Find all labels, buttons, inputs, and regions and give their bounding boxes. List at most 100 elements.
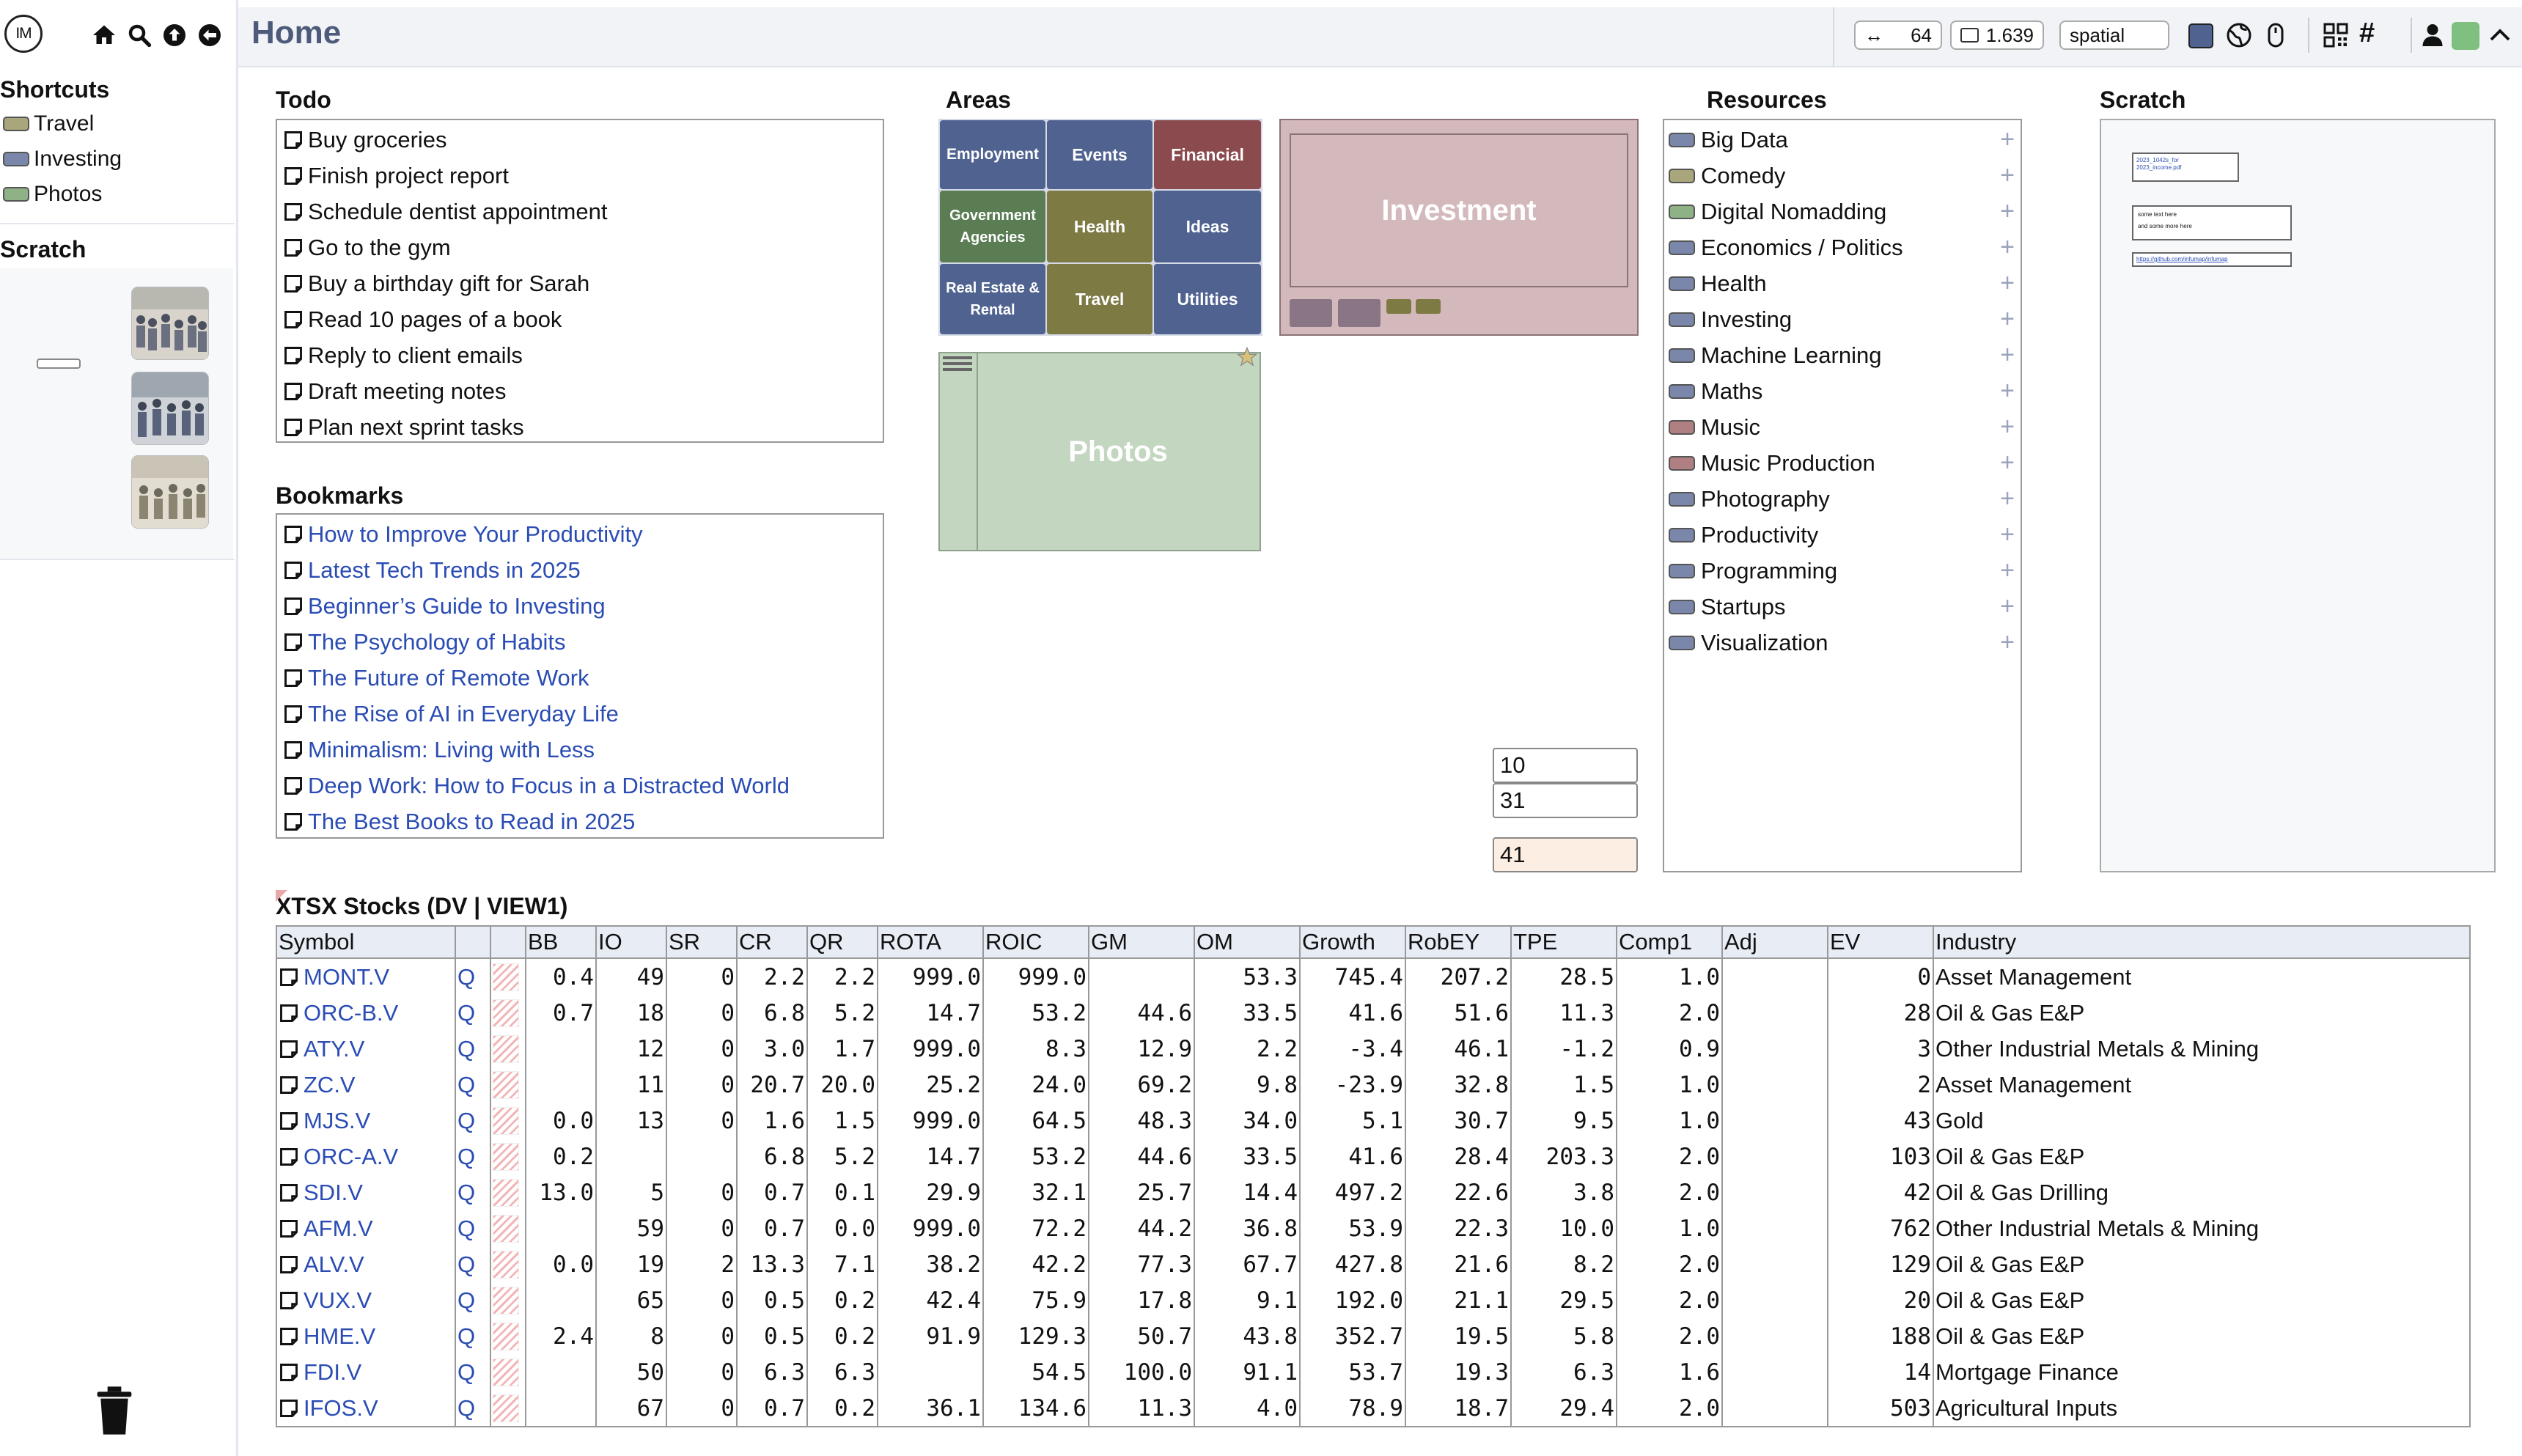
chart-cell[interactable] [490,1174,526,1210]
table-row[interactable]: IFOS.V Q 67 0 0.7 0.2 36.1 134.6 11.3 4.0 78.9 18.7… [276,1390,2471,1427]
quote-link[interactable]: Q [457,964,475,990]
symbol-link[interactable]: MJS.V [304,1108,370,1134]
quote-cell[interactable]: Q [455,1390,491,1427]
scratch-link[interactable]: https://github.com/infumap/infumap [2132,252,2292,267]
bookmark-link[interactable]: Minimalism: Living with Less [283,732,595,768]
plus-icon[interactable]: + [2000,197,2015,226]
quote-cell[interactable]: Q [455,1354,491,1390]
symbol-cell[interactable]: ATY.V [276,1031,456,1067]
column-header[interactable]: TPE [1510,925,1617,959]
symbol-cell[interactable]: AFM.V [276,1210,456,1246]
column-header[interactable]: OM [1194,925,1301,959]
area-government-agencies[interactable]: Government Agencies [940,191,1045,262]
table-row[interactable]: ALV.V Q 0.0 19 2 13.3 7.1 38.2 42.2 77.3 67.7 427.8… [276,1246,2471,1282]
column-header[interactable]: RobEY [1405,925,1512,959]
plus-icon[interactable]: + [2000,377,2015,405]
plus-icon[interactable]: + [2000,233,2015,262]
plus-icon[interactable]: + [2000,449,2015,477]
symbol-link[interactable]: ZC.V [304,1072,356,1098]
quote-link[interactable]: Q [457,1036,475,1062]
todo-item[interactable]: Buy a birthday gift for Sarah [283,265,589,301]
quote-link[interactable]: Q [457,1287,475,1313]
table-row[interactable]: ORC-B.V Q 0.7 18 0 6.8 5.2 14.7 53.2 44.6 33.5 41.6… [276,995,2471,1031]
scratch-mini-box[interactable] [37,359,81,369]
symbol-cell[interactable]: FDI.V [276,1354,456,1390]
symbol-link[interactable]: ALV.V [304,1251,364,1278]
column-header[interactable]: Industry [1933,925,2471,959]
resource-item[interactable]: Investing + [1669,301,2019,337]
app-logo[interactable]: IM [4,15,43,53]
width-control[interactable]: ↔ 64 [1854,21,1942,50]
quote-link[interactable]: Q [457,1216,475,1241]
quote-link[interactable]: Q [457,1000,475,1026]
symbol-cell[interactable]: ORC-A.V [276,1139,456,1174]
investment-child-block[interactable] [1386,299,1411,314]
symbol-link[interactable]: VUX.V [304,1287,372,1314]
quote-cell[interactable]: Q [455,1174,491,1210]
symbol-link[interactable]: HME.V [304,1323,375,1350]
resource-item[interactable]: Comedy + [1669,158,2019,194]
home-icon[interactable] [91,22,117,48]
symbol-cell[interactable]: ZC.V [276,1067,456,1103]
sparkline-placeholder[interactable] [493,1106,519,1135]
column-header[interactable]: ROTA [877,925,984,959]
bookmark-link[interactable]: How to Improve Your Productivity [283,516,643,552]
todo-item[interactable]: Schedule dentist appointment [283,194,607,229]
symbol-cell[interactable]: MONT.V [276,958,456,995]
plus-icon[interactable]: + [2000,485,2015,513]
table-row[interactable]: ZC.V Q 11 0 20.7 20.0 25.2 24.0 69.2 9.8 -23.9 32.8… [276,1067,2471,1103]
investment-page[interactable]: Investment [1290,133,1628,287]
resource-item[interactable]: Productivity + [1669,517,2019,553]
quote-cell[interactable]: Q [455,1139,491,1174]
column-header[interactable]: ROIC [982,925,1089,959]
sparkline-placeholder[interactable] [493,1070,519,1099]
star-icon[interactable] [1236,346,1258,368]
quote-link[interactable]: Q [457,1072,475,1097]
resource-item[interactable]: Music Production + [1669,445,2019,481]
column-header[interactable]: SR [666,925,738,959]
plus-icon[interactable]: + [2000,556,2015,585]
plus-icon[interactable]: + [2000,161,2015,190]
bookmark-link[interactable]: Deep Work: How to Focus in a Distracted … [283,768,790,804]
chart-cell[interactable] [490,1354,526,1390]
sparkline-placeholder[interactable] [493,1358,519,1386]
symbol-cell[interactable]: VUX.V [276,1282,456,1318]
column-header[interactable] [490,925,526,959]
resource-item[interactable]: Digital Nomadding + [1669,194,2019,229]
plus-icon[interactable]: + [2000,413,2015,441]
plus-icon[interactable]: + [2000,125,2015,154]
symbol-cell[interactable]: IFOS.V [276,1390,456,1427]
hash-icon[interactable]: # [2359,18,2375,49]
sparkline-placeholder[interactable] [493,1142,519,1171]
area-travel[interactable]: Travel [1047,264,1152,334]
table-row[interactable]: VUX.V Q 65 0 0.5 0.2 42.4 75.9 17.8 9.1 192.0 21.1 2… [276,1282,2471,1318]
sparkline-placeholder[interactable] [493,1286,519,1315]
quote-cell[interactable]: Q [455,1246,491,1282]
symbol-link[interactable]: AFM.V [304,1216,373,1242]
plus-icon[interactable]: + [2000,269,2015,298]
column-header[interactable]: CR [736,925,808,959]
table-row[interactable]: MJS.V Q 0.0 13 0 1.6 1.5 999.0 64.5 48.3 34.0 5.1 30… [276,1103,2471,1139]
resource-item[interactable]: Visualization + [1669,625,2019,661]
chevron-up-icon[interactable] [2487,22,2513,48]
quote-cell[interactable]: Q [455,1318,491,1354]
plus-icon[interactable]: + [2000,592,2015,621]
resource-item[interactable]: Machine Learning + [1669,337,2019,373]
chart-cell[interactable] [490,1282,526,1318]
shortcut-travel[interactable]: Travel [3,111,94,136]
symbol-cell[interactable]: MJS.V [276,1103,456,1139]
qr-code-icon[interactable] [2323,22,2349,48]
bookmark-link[interactable]: The Rise of AI in Everyday Life [283,696,619,732]
quote-cell[interactable]: Q [455,958,491,995]
symbol-link[interactable]: FDI.V [304,1359,361,1386]
column-header[interactable]: BB [525,925,597,959]
quote-cell[interactable]: Q [455,1210,491,1246]
quote-cell[interactable]: Q [455,1282,491,1318]
plus-icon[interactable]: + [2000,341,2015,369]
shortcut-investing[interactable]: Investing [3,147,122,172]
area-health[interactable]: Health [1047,191,1152,262]
resource-item[interactable]: Maths + [1669,373,2019,409]
symbol-cell[interactable]: SDI.V [276,1174,456,1210]
upload-icon[interactable] [161,22,188,48]
column-header[interactable]: Comp1 [1616,925,1723,959]
